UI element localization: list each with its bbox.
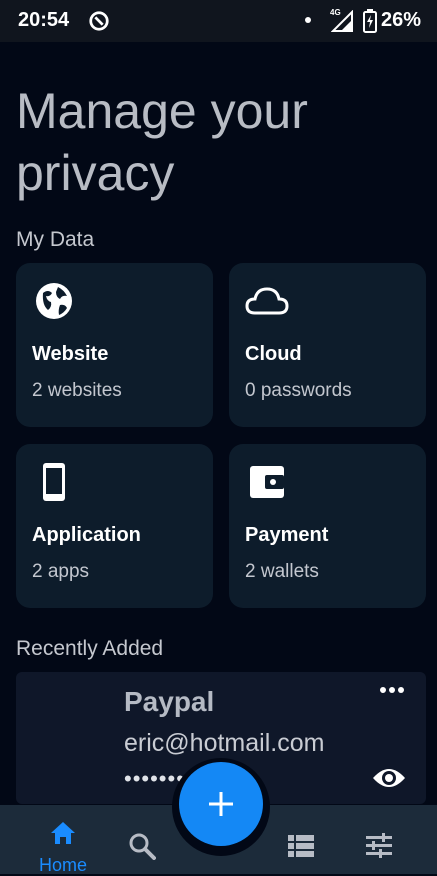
home-icon [51,822,75,844]
payment-card[interactable]: Payment 2 wallets [229,444,426,608]
page-title: Manage your privacy [16,83,308,201]
notification-dot-icon [305,17,311,23]
recent-item-name: Paypal [124,686,215,717]
eye-icon[interactable] [371,764,407,792]
card-subtitle: 2 websites [32,380,122,401]
nav-home[interactable]: Home [23,805,103,875]
add-button[interactable] [179,762,263,846]
search-icon [129,833,156,860]
my-data-label: My Data [16,228,95,251]
more-options-icon[interactable] [378,680,406,700]
card-subtitle: 2 wallets [245,561,319,582]
nav-list[interactable] [261,805,341,874]
card-subtitle: 2 apps [32,561,90,582]
nav-home-label: Home [38,855,87,875]
list-icon [288,835,314,857]
tune-icon [366,833,392,858]
card-title: Application [32,524,141,546]
recent-item-email: eric@hotmail.com [124,729,325,757]
status-time: 20:54 [18,9,70,31]
status-bar: 20:54 4G 26% [0,0,437,42]
website-card[interactable]: Website 2 websites [16,263,213,427]
signal-icon [331,10,353,32]
application-card[interactable]: Application 2 apps [16,444,213,608]
globe-icon [36,283,72,319]
battery-percent: 26% [381,9,422,31]
card-subtitle: 0 passwords [245,380,352,401]
card-title: Website [32,343,109,365]
app-notification-icon [89,11,109,31]
wallet-icon [250,466,284,498]
nav-settings[interactable] [339,805,419,874]
plus-icon [209,792,233,816]
nav-search[interactable] [102,805,182,874]
card-title: Payment [245,524,329,546]
card-title: Cloud [245,343,302,365]
battery-icon [363,9,377,33]
cloud-icon [245,287,289,315]
recently-added-label: Recently Added [16,637,164,660]
phone-icon [43,463,65,501]
cloud-card[interactable]: Cloud 0 passwords [229,263,426,427]
